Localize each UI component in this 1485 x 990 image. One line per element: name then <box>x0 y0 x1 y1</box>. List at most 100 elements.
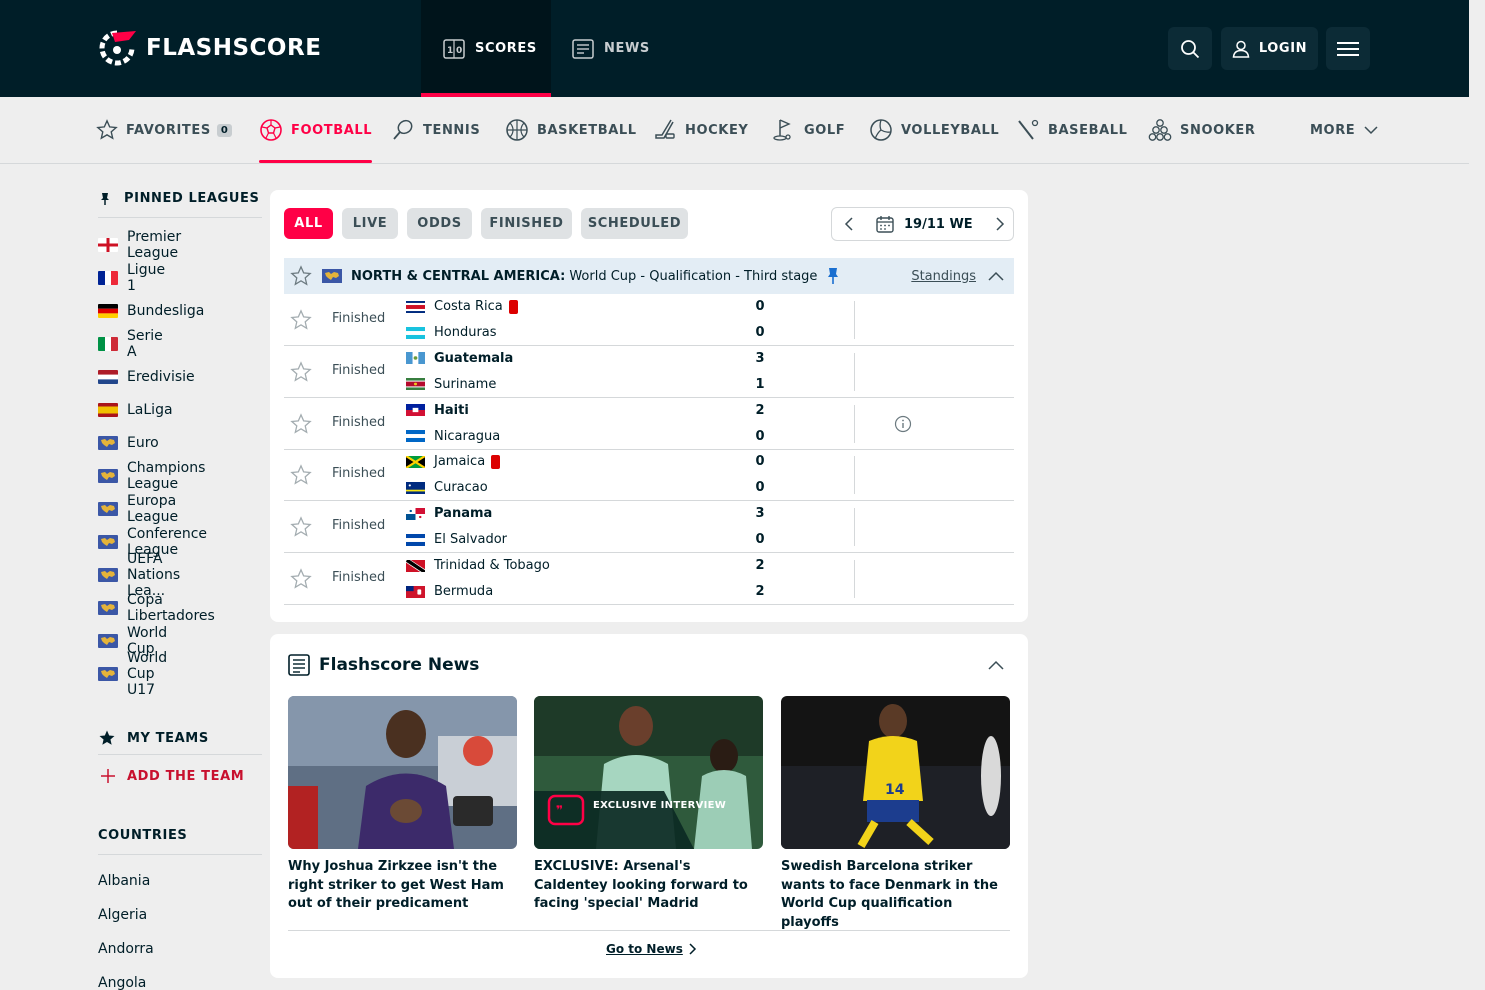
star-icon[interactable] <box>290 412 312 435</box>
sport-volleyball[interactable]: VOLLEYBALL <box>869 97 999 163</box>
country-item[interactable]: Albania <box>98 873 150 889</box>
star-icon[interactable] <box>290 309 312 331</box>
sport-hockey[interactable]: HOCKEY <box>653 97 748 163</box>
star-icon[interactable] <box>290 516 312 538</box>
match-row[interactable]: Finished Jamaica 0 Curacao 0 <box>284 449 1014 502</box>
news-card[interactable]: Why Joshua Zirkzee isn't the right strik… <box>288 696 517 914</box>
league-name[interactable]: World Cup - Qualification - Third stage <box>569 269 817 284</box>
match-row[interactable]: Finished Haiti 2 Nicaragua 0 <box>284 398 1014 450</box>
sidebar-league-item[interactable]: World Cup U17 <box>98 650 167 698</box>
match-row[interactable]: Finished Trinidad & Tobago 2 Bermuda 2 <box>284 553 1014 605</box>
login-button[interactable]: LOGIN <box>1221 27 1318 70</box>
team-name: Bermuda <box>434 584 494 599</box>
world-flag-icon <box>98 568 118 582</box>
news-card[interactable]: 14 Swedish Barcelona striker wants to fa… <box>781 696 1010 932</box>
team-name: Trinidad & Tobago <box>434 558 550 573</box>
chevron-up-icon[interactable] <box>988 271 1004 281</box>
sport-tennis[interactable]: TENNIS <box>391 97 480 163</box>
away-score: 2 <box>755 584 765 599</box>
star-icon[interactable] <box>290 265 312 287</box>
sidebar-league-item[interactable]: Copa Libertadores <box>98 592 215 624</box>
world-flag-icon <box>98 436 118 450</box>
chevron-left-icon[interactable] <box>844 217 854 231</box>
star-icon[interactable] <box>290 568 312 590</box>
news-image: ❞ EXCLUSIVE INTERVIEW <box>534 696 763 849</box>
star-icon[interactable] <box>290 464 312 486</box>
away-team: Bermuda <box>406 584 493 599</box>
news-image: 14 <box>781 696 1010 849</box>
sidebar-league-item[interactable]: Serie A <box>98 328 163 360</box>
sport-favorites-label: FAVORITES <box>126 122 211 138</box>
sport-baseball[interactable]: BASEBALL <box>1016 97 1128 163</box>
home-score: 0 <box>755 299 765 314</box>
sidebar-league-item[interactable]: World Cup <box>98 625 167 657</box>
nicaragua-flag-icon <box>406 430 425 443</box>
sidebar-league-item[interactable]: UEFA Nations Lea... <box>98 551 180 599</box>
country-item[interactable]: Andorra <box>98 941 154 957</box>
match-row[interactable]: Finished Guatemala 3 Suriname 1 <box>284 346 1014 398</box>
sport-more[interactable]: MORE <box>1310 97 1386 163</box>
sport-football[interactable]: FOOTBALL <box>259 97 373 163</box>
menu-button[interactable] <box>1326 27 1370 70</box>
sidebar-league-item[interactable]: Champions League <box>98 460 205 492</box>
sport-nav: FAVORITES 0 FOOTBALL TENNIS BASKETBALL H… <box>0 97 1469 164</box>
sport-basketball[interactable]: BASKETBALL <box>505 97 637 163</box>
sidebar-league-item[interactable]: Eredivisie <box>98 367 195 387</box>
sidebar-league-item[interactable]: Premier League <box>98 229 181 261</box>
sidebar-league-item[interactable]: LaLiga <box>98 400 173 420</box>
news-headline: EXCLUSIVE: Arsenal's Caldentey looking f… <box>534 859 748 911</box>
divider <box>854 404 855 443</box>
search-button[interactable] <box>1168 27 1212 70</box>
go-to-news-label: Go to News <box>606 942 683 956</box>
standings-link[interactable]: Standings <box>911 269 976 284</box>
away-score: 0 <box>755 480 765 496</box>
pin-icon[interactable] <box>827 267 839 285</box>
matches-panel: ALL LIVE ODDS FINISHED SCHEDULED 19/11 W… <box>270 190 1028 622</box>
filter-live[interactable]: LIVE <box>342 208 398 239</box>
volleyball-icon <box>870 119 892 141</box>
go-to-news-link[interactable]: Go to News <box>606 942 697 956</box>
date-label[interactable]: 19/11 WE <box>904 217 973 232</box>
chevron-down-icon <box>1364 126 1378 135</box>
team-name: Haiti <box>434 402 469 418</box>
my-teams-title: MY TEAMS <box>127 730 209 746</box>
country-item[interactable]: Angola <box>98 975 146 990</box>
world-flag-icon <box>98 667 118 681</box>
sport-snooker[interactable]: SNOOKER <box>1148 97 1256 163</box>
flashscore-logo[interactable]: FLASHSCORE <box>98 29 321 67</box>
news-card[interactable]: ❞ EXCLUSIVE INTERVIEW EXCLUSIVE: Arsenal… <box>534 696 763 914</box>
filter-odds[interactable]: ODDS <box>407 208 472 239</box>
match-row[interactable]: Finished Costa Rica 0 Honduras 0 <box>284 294 1014 346</box>
golf-icon <box>773 119 791 141</box>
match-status: Finished <box>332 518 386 534</box>
sidebar-league-item[interactable]: Euro <box>98 433 159 453</box>
match-row[interactable]: Finished Panama 3 El Salvador 0 <box>284 501 1014 554</box>
filter-scheduled[interactable]: SCHEDULED <box>581 208 688 239</box>
filter-finished[interactable]: FINISHED <box>481 208 572 239</box>
sidebar-league-item[interactable]: Europa League <box>98 493 178 525</box>
country-item[interactable]: Algeria <box>98 907 147 923</box>
chevron-right-icon <box>689 943 696 955</box>
nav-scores[interactable]: 10 SCORES <box>421 0 551 97</box>
sport-favorites[interactable]: FAVORITES 0 <box>96 97 233 163</box>
snooker-icon <box>1148 119 1172 141</box>
star-icon[interactable] <box>290 361 312 383</box>
chevron-up-icon[interactable] <box>988 660 1004 670</box>
spain-flag-icon <box>98 403 118 417</box>
chevron-right-icon[interactable] <box>995 217 1005 231</box>
sport-golf[interactable]: GOLF <box>772 97 845 163</box>
away-score: 0 <box>755 325 765 340</box>
sidebar-league-item[interactable]: Conference League <box>98 526 207 558</box>
divider <box>854 560 855 598</box>
away-score: 0 <box>755 532 765 548</box>
news-title: Flashscore News <box>319 655 480 675</box>
add-team-button[interactable]: ADD THE TEAM <box>100 768 244 784</box>
nav-news[interactable]: NEWS <box>572 0 650 97</box>
filter-all[interactable]: ALL <box>284 208 333 239</box>
info-icon[interactable] <box>894 415 912 433</box>
sidebar-league-item[interactable]: Bundesliga <box>98 301 204 321</box>
basketball-icon <box>506 119 528 141</box>
sidebar-league-item[interactable]: Ligue 1 <box>98 262 165 294</box>
team-name: Guatemala <box>434 350 514 366</box>
hamburger-icon <box>1337 41 1359 56</box>
